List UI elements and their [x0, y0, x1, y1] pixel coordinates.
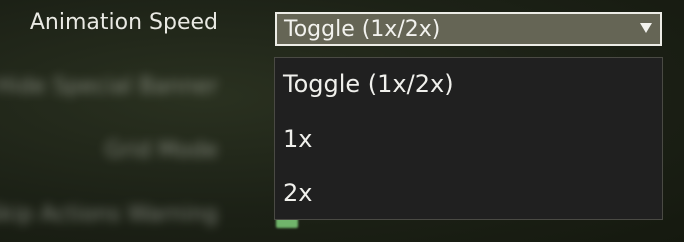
animation-speed-dropdown: Toggle (1x/2x) 1x 2x — [274, 57, 663, 220]
dropdown-option-2x[interactable]: 2x — [283, 179, 312, 207]
background-setting-label: Grid Mode — [104, 138, 218, 163]
dropdown-option-1x[interactable]: 1x — [283, 125, 312, 153]
settings-screen: Hide Special Banner Grid Mode Skip Actio… — [0, 0, 684, 242]
triangle-down-icon — [640, 23, 652, 33]
background-setting-label: Hide Special Banner — [0, 74, 218, 99]
animation-speed-select[interactable]: Toggle (1x/2x) — [275, 12, 662, 46]
dropdown-option-toggle[interactable]: Toggle (1x/2x) — [283, 70, 454, 98]
select-current-value: Toggle (1x/2x) — [284, 17, 441, 42]
animation-speed-label: Animation Speed — [29, 10, 218, 35]
background-setting-label: Skip Actions Warning — [0, 202, 218, 227]
